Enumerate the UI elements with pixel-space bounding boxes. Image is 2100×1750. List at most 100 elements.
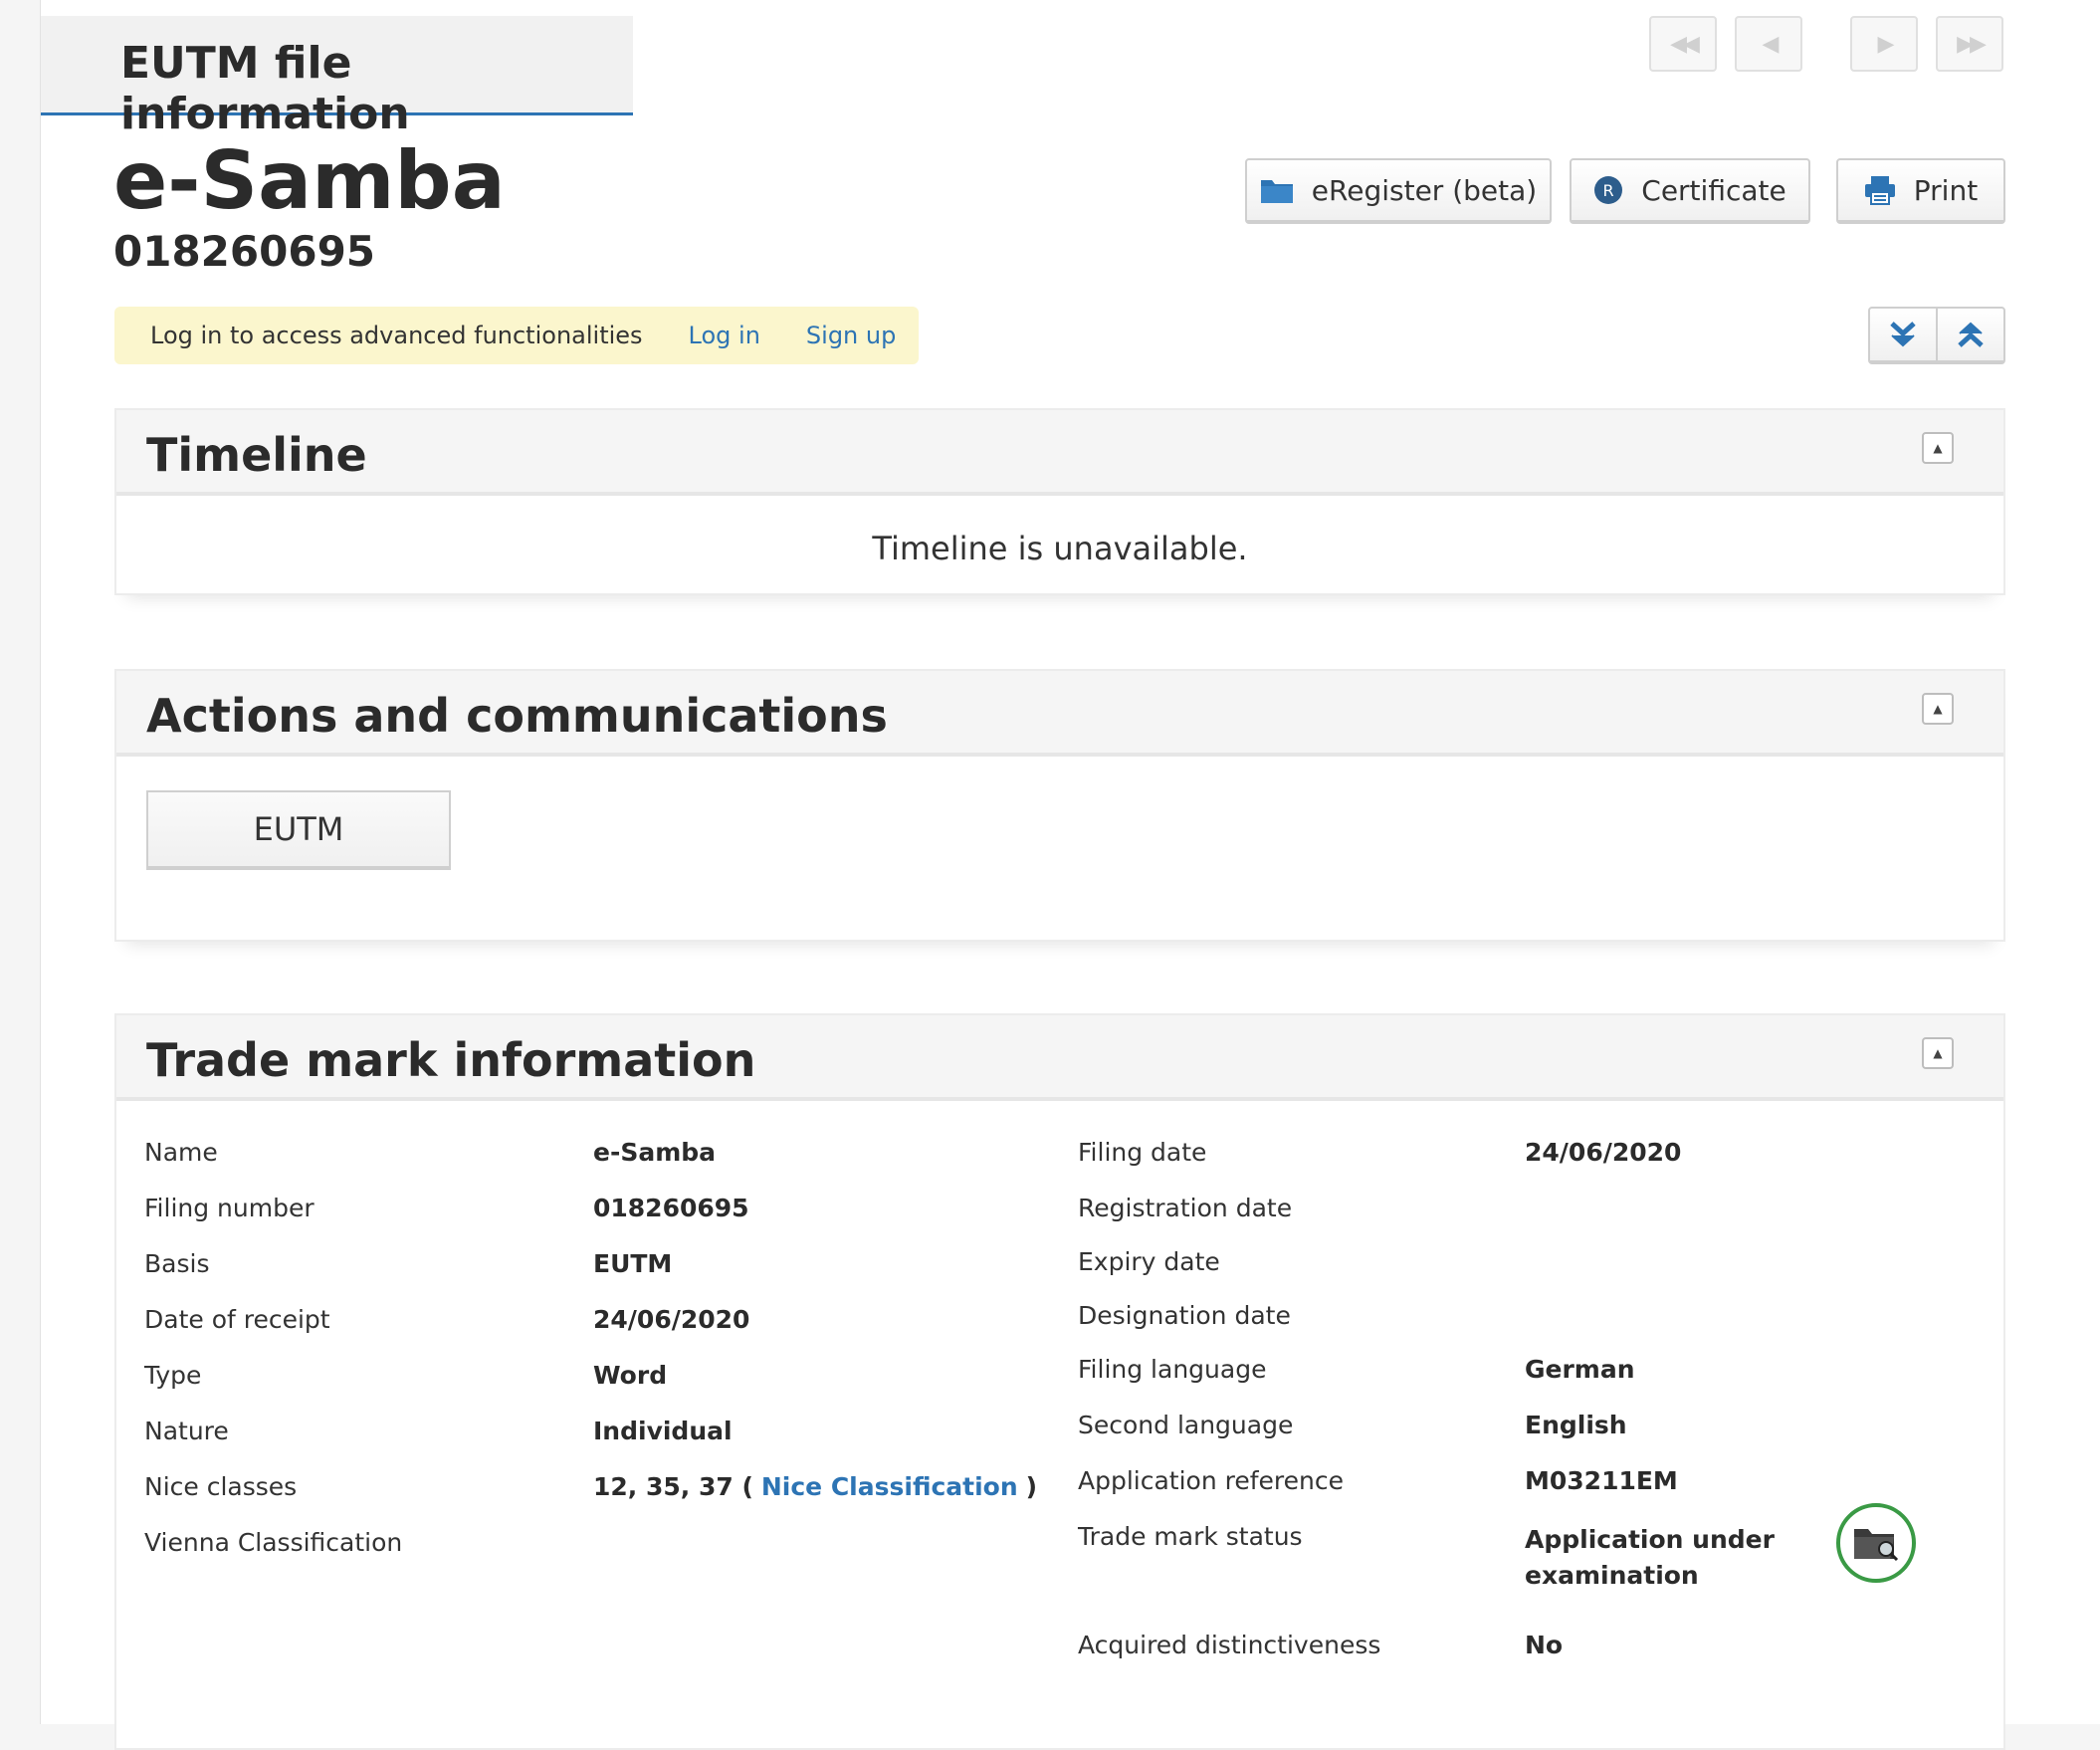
folder-icon xyxy=(1260,180,1293,203)
status-details-button[interactable] xyxy=(1836,1503,1916,1583)
nature-label-row: Nature xyxy=(144,1417,229,1445)
field-label: Basis xyxy=(144,1249,210,1278)
eutm-button-label: EUTM xyxy=(253,810,344,848)
filing-language-value-row: German xyxy=(1525,1355,1635,1384)
acquired-distinctiveness-label-row: Acquired distinctiveness xyxy=(1078,1631,1380,1659)
signup-link[interactable]: Sign up xyxy=(806,322,896,349)
file-info-tab-label: EUTM file information xyxy=(120,38,410,139)
actions-collapse-button[interactable]: ▲ xyxy=(1922,693,1954,725)
trademark-header: Trade mark information ▲ xyxy=(116,1015,2003,1101)
last-page-button[interactable]: ▶▶ xyxy=(1936,16,2003,72)
previous-page-button[interactable]: ◀ xyxy=(1735,16,1802,72)
eutm-communication-button[interactable]: EUTM xyxy=(146,790,451,870)
mark-name-title: e-Samba xyxy=(113,134,506,227)
actions-panel: Actions and communications ▲ EUTM xyxy=(114,669,2005,942)
page: EUTM file information ◀◀ ◀ ▶ ▶▶ e-Samba … xyxy=(40,0,2100,1750)
field-label: Filing number xyxy=(144,1194,315,1222)
field-label: Nice classes xyxy=(144,1472,298,1501)
eregister-label: eRegister (beta) xyxy=(1311,173,1538,207)
timeline-header: Timeline ▲ xyxy=(116,410,2003,496)
field-label: Nature xyxy=(144,1417,229,1445)
trade-mark-status-value-row: Application under examination xyxy=(1525,1522,1775,1594)
folder-search-icon xyxy=(1854,1529,1899,1562)
field-value: 24/06/2020 xyxy=(1525,1138,1682,1167)
filing-number-value-row: 018260695 xyxy=(593,1194,749,1222)
trademark-panel: Trade mark information ▲ xyxy=(114,1013,2005,1750)
print-button[interactable]: Print xyxy=(1836,158,2005,224)
type-value-row: Word xyxy=(593,1361,667,1390)
field-label: Designation date xyxy=(1078,1301,1291,1330)
date-of-receipt-value-row: 24/06/2020 xyxy=(593,1305,749,1334)
trademark-collapse-button[interactable]: ▲ xyxy=(1922,1037,1954,1069)
name-label-row: Name xyxy=(144,1138,218,1167)
trademark-title: Trade mark information xyxy=(146,1033,756,1087)
login-banner: Log in to access advanced functionalitie… xyxy=(114,307,919,364)
svg-text:R: R xyxy=(1603,181,1614,200)
file-info-tab[interactable]: EUTM file information xyxy=(41,16,633,139)
expiry-date-label-row: Expiry date xyxy=(1078,1247,1220,1276)
last-page-icon: ▶▶ xyxy=(1957,31,1987,57)
caret-up-icon: ▲ xyxy=(1933,441,1943,455)
basis-label-row: Basis xyxy=(144,1249,209,1278)
actions-header: Actions and communications ▲ xyxy=(116,671,2003,757)
field-label: Application reference xyxy=(1078,1466,1345,1495)
filing-date-value-row: 24/06/2020 xyxy=(1525,1138,1681,1167)
nature-value-row: Individual xyxy=(593,1417,733,1445)
field-value: Application under xyxy=(1525,1525,1775,1554)
login-banner-text: Log in to access advanced functionalitie… xyxy=(150,322,643,349)
certificate-label: Certificate xyxy=(1641,173,1786,207)
field-label: Acquired distinctiveness xyxy=(1078,1631,1381,1659)
field-label: Date of receipt xyxy=(144,1305,330,1334)
login-link[interactable]: Log in xyxy=(689,322,760,349)
expand-all-button[interactable] xyxy=(1870,309,1938,360)
date-of-receipt-label-row: Date of receipt xyxy=(144,1305,330,1334)
field-value: 018260695 xyxy=(593,1194,749,1222)
field-label: Vienna Classification xyxy=(144,1528,403,1557)
filing-number-label-row: Filing number xyxy=(144,1194,315,1222)
caret-up-icon: ▲ xyxy=(1933,1046,1943,1060)
field-value: examination xyxy=(1525,1561,1699,1590)
field-value: Individual xyxy=(593,1417,733,1445)
second-language-value-row: English xyxy=(1525,1411,1627,1439)
registration-date-label-row: Registration date xyxy=(1078,1194,1292,1222)
registered-icon: R xyxy=(1594,176,1623,204)
field-label: Filing date xyxy=(1078,1138,1207,1167)
designation-date-label-row: Designation date xyxy=(1078,1301,1291,1330)
eregister-button[interactable]: eRegister (beta) xyxy=(1245,158,1552,224)
timeline-unavailable-message: Timeline is unavailable. xyxy=(872,530,1248,567)
application-reference-label-row: Application reference xyxy=(1078,1466,1344,1495)
certificate-button[interactable]: R Certificate xyxy=(1570,158,1810,224)
field-value: German xyxy=(1525,1355,1635,1384)
field-value: English xyxy=(1525,1411,1627,1439)
timeline-title: Timeline xyxy=(146,428,367,482)
filing-date-label-row: Filing date xyxy=(1078,1138,1206,1167)
field-value: Word xyxy=(593,1361,668,1390)
caret-up-icon: ▲ xyxy=(1933,702,1943,716)
double-chevron-up-icon xyxy=(1958,322,1984,347)
first-page-icon: ◀◀ xyxy=(1670,31,1700,57)
nice-classification-link[interactable]: Nice Classification xyxy=(761,1472,1018,1501)
timeline-collapse-button[interactable]: ▲ xyxy=(1922,432,1954,464)
nice-classes-value-row: 12, 35, 37 ( Nice Classification ) xyxy=(593,1472,1037,1501)
field-value: 12, 35, 37 ( xyxy=(593,1472,753,1501)
first-page-button[interactable]: ◀◀ xyxy=(1649,16,1717,72)
collapse-all-button[interactable] xyxy=(1938,309,2003,360)
printer-icon xyxy=(1864,176,1895,205)
field-label: Expiry date xyxy=(1078,1247,1220,1276)
field-label: Name xyxy=(144,1138,218,1167)
field-label: Type xyxy=(144,1361,202,1390)
field-label: Registration date xyxy=(1078,1194,1293,1222)
vienna-label-row: Vienna Classification xyxy=(144,1528,402,1557)
previous-page-icon: ◀ xyxy=(1762,31,1780,57)
field-value: e-Samba xyxy=(593,1138,717,1167)
field-value: 24/06/2020 xyxy=(593,1305,750,1334)
type-label-row: Type xyxy=(144,1361,201,1390)
field-label: Filing language xyxy=(1078,1355,1267,1384)
acquired-distinctiveness-value-row: No xyxy=(1525,1631,1563,1659)
timeline-panel: Timeline ▲ Timeline is unavailable. xyxy=(114,408,2005,595)
field-value-suffix: ) xyxy=(1025,1472,1038,1501)
field-value: M03211EM xyxy=(1525,1466,1678,1495)
next-page-button[interactable]: ▶ xyxy=(1850,16,1918,72)
field-value: EUTM xyxy=(593,1249,673,1278)
expand-collapse-group xyxy=(1868,307,2005,364)
